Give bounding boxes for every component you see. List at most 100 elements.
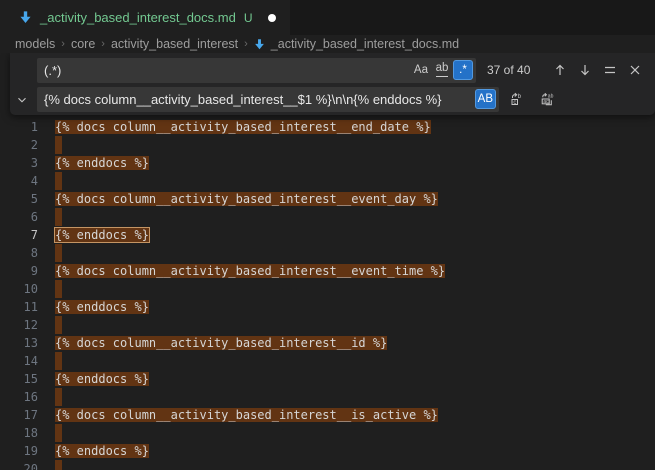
- line-content: [38, 136, 62, 154]
- find-match: {% enddocs %}: [55, 300, 149, 314]
- line-content: {% docs column__activity_based_interest_…: [38, 406, 438, 424]
- breadcrumb-separator: ›: [61, 38, 65, 50]
- find-replace-widget: (.*) Aa ab .* 37 of 40: [10, 53, 655, 115]
- find-match: [55, 460, 62, 470]
- next-match-button[interactable]: [574, 59, 596, 81]
- use-regex-button[interactable]: .*: [453, 60, 473, 80]
- code-line[interactable]: 9 {% docs column__activity_based_interest…: [0, 262, 655, 280]
- find-match: {% enddocs %}: [55, 444, 149, 458]
- line-number: 11: [0, 298, 38, 316]
- code-line[interactable]: 18: [0, 424, 655, 442]
- breadcrumb-separator: ›: [244, 38, 248, 50]
- line-content: {% docs column__activity_based_interest_…: [38, 118, 431, 136]
- line-content: {% enddocs %}: [38, 298, 149, 316]
- modified-indicator-dot[interactable]: [268, 14, 276, 22]
- code-lines: 1 {% docs column__activity_based_interest…: [0, 118, 655, 470]
- code-line[interactable]: 5 {% docs column__activity_based_interest…: [0, 190, 655, 208]
- git-status-badge: U: [244, 11, 253, 25]
- find-match: {% docs column__activity_based_interest_…: [55, 408, 438, 422]
- line-content: [38, 172, 62, 190]
- code-line[interactable]: 16: [0, 388, 655, 406]
- code-line[interactable]: 8: [0, 244, 655, 262]
- tab-bar: _activity_based_interest_docs.md U: [0, 0, 655, 35]
- code-line[interactable]: 12: [0, 316, 655, 334]
- line-number: 6: [0, 208, 38, 226]
- match-case-button[interactable]: Aa: [411, 60, 431, 80]
- code-line[interactable]: 2: [0, 136, 655, 154]
- svg-text:ac: ac: [543, 99, 549, 105]
- code-line[interactable]: 1 {% docs column__activity_based_interest…: [0, 118, 655, 136]
- preserve-case-button[interactable]: AB: [475, 89, 496, 109]
- breadcrumb-separator: ›: [101, 38, 105, 50]
- line-content: {% docs column__activity_based_interest_…: [38, 262, 445, 280]
- find-match: [55, 244, 62, 262]
- line-content: [38, 316, 62, 334]
- line-number: 12: [0, 316, 38, 334]
- toggle-replace-chevron-down-icon[interactable]: [13, 91, 31, 109]
- line-number: 19: [0, 442, 38, 460]
- find-match: {% docs column__activity_based_interest_…: [55, 264, 445, 278]
- find-match: {% docs column__activity_based_interest_…: [55, 336, 387, 350]
- find-match: {% docs column__activity_based_interest_…: [55, 120, 431, 134]
- line-content: {% enddocs %}: [38, 370, 149, 388]
- close-find-widget-button[interactable]: [624, 59, 646, 81]
- replace-input-value: {% docs column__activity_based_interest_…: [44, 92, 474, 107]
- find-match: [55, 388, 62, 406]
- line-number: 5: [0, 190, 38, 208]
- code-line[interactable]: 7{% enddocs %}: [0, 226, 655, 244]
- find-results-count: 37 of 40: [487, 63, 549, 77]
- replace-button[interactable]: b c: [506, 88, 528, 110]
- line-content: [38, 208, 62, 226]
- code-line[interactable]: 6: [0, 208, 655, 226]
- breadcrumb-item-core[interactable]: core: [71, 37, 95, 51]
- code-line[interactable]: 20: [0, 460, 655, 470]
- code-line[interactable]: 15{% enddocs %}: [0, 370, 655, 388]
- replace-all-button[interactable]: ab ac: [536, 88, 558, 110]
- replace-input[interactable]: {% docs column__activity_based_interest_…: [37, 87, 499, 112]
- line-content: [38, 280, 62, 298]
- line-content: [38, 352, 62, 370]
- find-match: [55, 172, 62, 190]
- find-match: [55, 316, 62, 334]
- line-number: 17: [0, 406, 38, 424]
- breadcrumb-item-activity-based-interest[interactable]: activity_based_interest: [111, 37, 238, 51]
- find-match: {% docs column__activity_based_interest_…: [55, 192, 438, 206]
- find-match: [55, 208, 62, 226]
- code-line[interactable]: 3{% enddocs %}: [0, 154, 655, 172]
- find-match: [55, 280, 62, 298]
- find-in-selection-button[interactable]: [599, 59, 621, 81]
- breadcrumb-item-filename[interactable]: _activity_based_interest_docs.md: [271, 37, 459, 51]
- code-line[interactable]: 13 {% docs column__activity_based_interes…: [0, 334, 655, 352]
- tab-filename: _activity_based_interest_docs.md: [40, 10, 236, 25]
- previous-match-button[interactable]: [549, 59, 571, 81]
- find-input[interactable]: (.*) Aa ab .*: [37, 58, 476, 83]
- markdown-file-icon: [253, 38, 266, 51]
- breadcrumb-item-models[interactable]: models: [15, 37, 55, 51]
- breadcrumb: models › core › activity_based_interest …: [0, 35, 655, 53]
- line-number: 10: [0, 280, 38, 298]
- code-line[interactable]: 11 {% enddocs %}: [0, 298, 655, 316]
- code-line[interactable]: 19 {% enddocs %}: [0, 442, 655, 460]
- find-match: {% enddocs %}: [55, 156, 149, 170]
- code-line[interactable]: 14: [0, 352, 655, 370]
- line-content: {% enddocs %}: [38, 226, 149, 244]
- line-number: 7: [0, 226, 38, 244]
- code-line[interactable]: 4: [0, 172, 655, 190]
- line-number: 2: [0, 136, 38, 154]
- line-content: {% docs column__activity_based_interest_…: [38, 334, 387, 352]
- whole-word-button[interactable]: ab: [432, 60, 452, 80]
- line-number: 13: [0, 334, 38, 352]
- line-content: [38, 388, 62, 406]
- editor[interactable]: (.*) Aa ab .* 37 of 40: [0, 53, 655, 470]
- find-input-value: (.*): [44, 63, 410, 78]
- line-content: [38, 244, 62, 262]
- code-line[interactable]: 10: [0, 280, 655, 298]
- line-number: 16: [0, 388, 38, 406]
- line-number: 1: [0, 118, 38, 136]
- svg-text:b: b: [518, 94, 522, 100]
- markdown-file-icon: [18, 10, 33, 25]
- line-number: 9: [0, 262, 38, 280]
- code-line[interactable]: 17 {% docs column__activity_based_interes…: [0, 406, 655, 424]
- line-number: 20: [0, 460, 38, 470]
- tab-active-file[interactable]: _activity_based_interest_docs.md U: [0, 0, 290, 35]
